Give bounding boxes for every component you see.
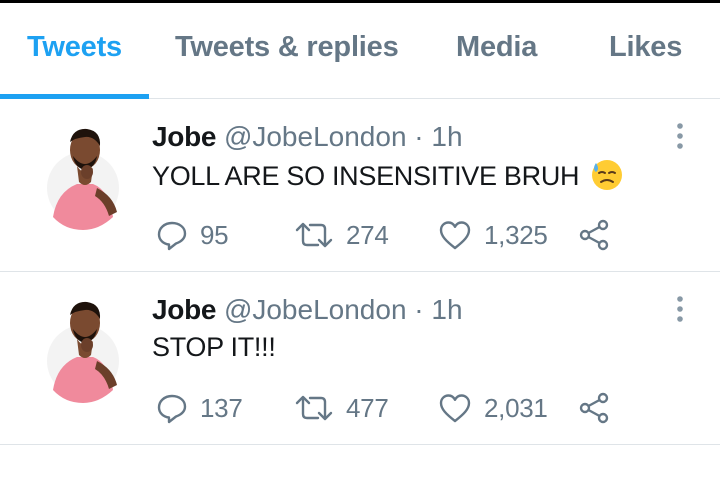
like-count: 2,031	[484, 392, 548, 423]
heart-icon	[439, 394, 471, 423]
share-icon	[579, 219, 609, 251]
tweet[interactable]: Jobe @JobeLondon · 1h YOLL ARE SO INSENS…	[0, 99, 720, 272]
user-handle[interactable]: @JobeLondon	[224, 121, 407, 152]
downcast-face-with-sweat-icon	[590, 159, 624, 198]
tweet-header: Jobe @JobeLondon · 1h	[152, 121, 463, 153]
tweet-text: YOLL ARE SO INSENSITIVE BRUH	[152, 159, 624, 198]
timestamp[interactable]: 1h	[431, 294, 462, 325]
reply-bubble-icon	[157, 394, 187, 424]
retweet-button[interactable]: 477	[294, 388, 389, 428]
share-button[interactable]	[578, 215, 612, 255]
like-button[interactable]: 2,031	[438, 388, 548, 428]
retweet-button[interactable]: 274	[294, 215, 389, 255]
reply-button[interactable]: 137	[156, 388, 243, 428]
separator-dot: ·	[414, 294, 424, 325]
tweet-text: STOP IT!!!	[152, 332, 276, 363]
display-name[interactable]: Jobe	[152, 294, 216, 325]
heart-icon	[439, 221, 471, 250]
more-vertical-icon[interactable]	[668, 294, 692, 328]
tweet-actions: 95 274 1,325	[152, 215, 622, 255]
avatar[interactable]	[47, 122, 119, 232]
tab-media[interactable]: Media	[456, 31, 537, 64]
tab-tweets-and-replies[interactable]: Tweets & replies	[175, 31, 399, 64]
reply-button[interactable]: 95	[156, 215, 229, 255]
reply-bubble-icon	[157, 221, 187, 251]
tweet-text-content: YOLL ARE SO INSENSITIVE BRUH	[152, 161, 580, 191]
display-name[interactable]: Jobe	[152, 121, 216, 152]
profile-tabs: Tweets Tweets & replies Media Likes	[0, 3, 720, 99]
timestamp[interactable]: 1h	[431, 121, 462, 152]
tweet-actions: 137 477 2,031	[152, 388, 622, 428]
share-button[interactable]	[578, 388, 612, 428]
user-handle[interactable]: @JobeLondon	[224, 294, 407, 325]
share-icon	[579, 392, 609, 424]
more-vertical-icon[interactable]	[668, 121, 692, 155]
tweet-text-content: STOP IT!!!	[152, 332, 276, 362]
like-count: 1,325	[484, 219, 548, 250]
tab-tweets[interactable]: Tweets	[27, 31, 122, 64]
avatar[interactable]	[47, 295, 119, 405]
separator-dot: ·	[414, 121, 424, 152]
like-button[interactable]: 1,325	[438, 215, 548, 255]
retweet-count: 274	[346, 219, 389, 250]
tweet-header: Jobe @JobeLondon · 1h	[152, 294, 463, 326]
retweet-count: 477	[346, 392, 389, 423]
retweet-icon	[295, 222, 333, 248]
reply-count: 95	[200, 219, 229, 250]
reply-count: 137	[200, 392, 243, 423]
retweet-icon	[295, 395, 333, 421]
tab-likes[interactable]: Likes	[609, 31, 682, 64]
tweet[interactable]: Jobe @JobeLondon · 1h STOP IT!!! 137 477…	[0, 272, 720, 445]
